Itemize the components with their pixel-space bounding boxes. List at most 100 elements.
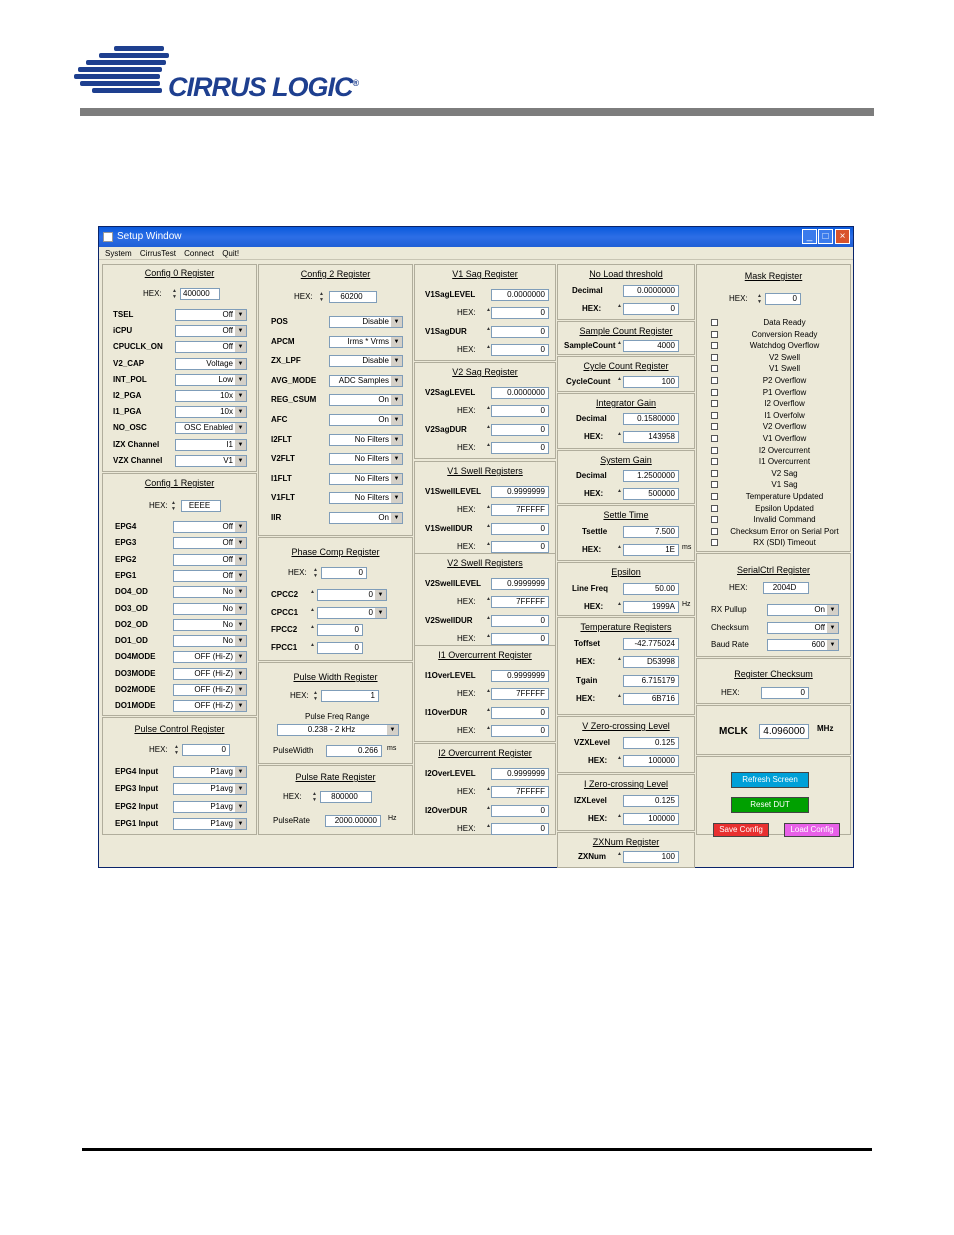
pulse-rate-input[interactable]: 2000.00000 (325, 815, 381, 827)
izc-value-input[interactable]: 0.125 (623, 795, 679, 807)
i2over-level-input[interactable]: 0.9999999 (491, 768, 549, 780)
close-icon[interactable]: × (835, 229, 850, 244)
vzc-value-input[interactable]: 0.125 (623, 737, 679, 749)
config1-field-select[interactable]: Off (173, 521, 247, 533)
spin-icon[interactable]: ▲ (616, 693, 623, 705)
phase-comp-field-input[interactable]: 0 (317, 641, 363, 654)
pulse-freq-range-select[interactable]: 0.238 - 2 kHz (277, 724, 399, 736)
v2sag-level-input[interactable]: 0.0000000 (491, 387, 549, 399)
v2sag-level_hex-input[interactable]: 0 (491, 405, 549, 417)
mask-checkbox[interactable] (711, 469, 718, 477)
config0-field-select[interactable]: 10x (175, 406, 247, 419)
config1-field-select[interactable]: OFF (Hi-Z) (173, 700, 247, 713)
menu-connect[interactable]: Connect (184, 249, 214, 258)
spin-icon[interactable]: ▲ (616, 431, 623, 443)
mask-checkbox[interactable] (711, 342, 718, 350)
v1sag-level_hex-input[interactable]: 0 (491, 307, 549, 319)
system_gain-dec-input[interactable]: 1.2500000 (623, 470, 679, 482)
config1-field-select[interactable]: No (173, 635, 247, 648)
config2-hex-input[interactable]: 60200 (329, 291, 377, 303)
save-config-button[interactable]: Save Config (713, 823, 769, 837)
settle-hex-input[interactable]: 1E (623, 544, 679, 556)
mask-checkbox[interactable] (711, 481, 718, 489)
i2over-dur_hex-input[interactable]: 0 (491, 823, 549, 835)
minimize-icon[interactable]: _ (802, 229, 817, 244)
mask-checkbox[interactable] (711, 388, 718, 396)
cycle_count-value-input[interactable]: 100 (623, 376, 679, 388)
config2-field-select[interactable]: Disable (329, 316, 403, 328)
spin-icon[interactable]: ▲ (309, 607, 316, 619)
config0-field-select[interactable]: Off (175, 341, 247, 354)
pulse-width-hex-input[interactable]: 1 (321, 690, 379, 702)
v2swell-dur-input[interactable]: 0 (491, 615, 549, 627)
spin-icon[interactable]: ▲ (616, 376, 623, 388)
izc-hex-input[interactable]: 100000 (623, 813, 679, 825)
spin-icon[interactable]: ▲ (616, 488, 623, 500)
v1swell-dur_hex-input[interactable]: 0 (491, 541, 549, 553)
settle-value-input[interactable]: 7.500 (623, 526, 679, 538)
sample_count-value-input[interactable]: 4000 (623, 340, 679, 352)
i2over-level_hex-input[interactable]: 7FFFFF (491, 786, 549, 798)
config2-field-select[interactable]: No Filters (329, 433, 403, 446)
v1sag-dur-input[interactable]: 0 (491, 326, 549, 338)
noload-hex-input[interactable]: 0 (623, 303, 679, 315)
mask-checkbox[interactable] (711, 377, 718, 384)
menu-system[interactable]: System (105, 249, 132, 258)
serialctrl-field-select[interactable]: On (767, 604, 839, 616)
config0-field-select[interactable]: Off (175, 325, 247, 338)
mask-checkbox[interactable] (711, 330, 718, 338)
v1sag-level-input[interactable]: 0.0000000 (491, 289, 549, 301)
config1-field-select[interactable]: OFF (Hi-Z) (173, 684, 247, 696)
spin-icon[interactable]: ▲ (309, 642, 316, 654)
zxnum-value-input[interactable]: 100 (623, 851, 679, 863)
spin-icon[interactable]: ▲ (616, 813, 623, 825)
mask-checkbox[interactable] (711, 319, 718, 326)
i1over-level-input[interactable]: 0.9999999 (491, 670, 549, 682)
mask-checkbox[interactable] (711, 423, 718, 431)
v1swell-level-input[interactable]: 0.9999999 (491, 486, 549, 498)
noload-dec-input[interactable]: 0.0000000 (623, 285, 679, 297)
config1-field-select[interactable]: OFF (Hi-Z) (173, 667, 247, 680)
integrator-hex-input[interactable]: 143958 (623, 431, 679, 443)
menu-cirrustest[interactable]: CirrusTest (140, 249, 176, 258)
spin-icon[interactable]: ▲ (616, 601, 623, 613)
temperature-tgain-input[interactable]: 6.715179 (623, 675, 679, 687)
epsilon-hex-input[interactable]: 1999A (623, 601, 679, 613)
serialctrl-field-select[interactable]: Off (767, 621, 839, 634)
v2sag-dur_hex-input[interactable]: 0 (491, 442, 549, 454)
spin-icon[interactable]: ▲ ▼ (312, 690, 319, 702)
config0-field-select[interactable]: I1 (175, 438, 247, 451)
config1-field-select[interactable]: No (173, 586, 247, 599)
v2swell-dur_hex-input[interactable]: 0 (491, 633, 549, 645)
phase-comp-field-input[interactable]: 0 (317, 624, 363, 636)
config1-field-select[interactable]: Off (173, 569, 247, 582)
config0-hex-input[interactable]: 400000 (180, 288, 220, 300)
v1swell-level_hex-input[interactable]: 7FFFFF (491, 504, 549, 516)
epsilon-value-input[interactable]: 50.00 (623, 583, 679, 595)
temperature-tgain_hex-input[interactable]: 6B716 (623, 693, 679, 705)
serialctrl-hex-input[interactable]: 2004D (763, 582, 809, 594)
mask-checkbox[interactable] (711, 504, 718, 512)
i1over-dur_hex-input[interactable]: 0 (491, 725, 549, 737)
integrator-dec-input[interactable]: 0.1580000 (623, 413, 679, 425)
reset-dut-button[interactable]: Reset DUT (731, 797, 809, 813)
maximize-icon[interactable]: □ (818, 229, 833, 244)
mask-checkbox[interactable] (711, 411, 718, 419)
v1sag-dur_hex-input[interactable]: 0 (491, 344, 549, 356)
spin-icon[interactable]: ▲ ▼ (173, 744, 180, 756)
mclk-input[interactable]: 4.096000 (759, 724, 809, 739)
config2-field-select[interactable]: On (329, 512, 403, 524)
spin-icon[interactable]: ▲ (616, 851, 623, 863)
i1over-level_hex-input[interactable]: 7FFFFF (491, 688, 549, 700)
config0-field-select[interactable]: 10x (175, 390, 247, 402)
spin-icon[interactable]: ▲ (616, 544, 623, 556)
spin-icon[interactable]: ▲ (616, 340, 623, 352)
refresh-screen-button[interactable]: Refresh Screen (731, 772, 809, 788)
spin-icon[interactable]: ▲ ▼ (311, 791, 318, 803)
spin-icon[interactable]: ▲ (616, 755, 623, 767)
temperature-toffset-input[interactable]: -42.775024 (623, 638, 679, 650)
mask-checkbox[interactable] (711, 446, 718, 454)
pulse-control-field-select[interactable]: P1avg (173, 800, 247, 813)
v2sag-dur-input[interactable]: 0 (491, 424, 549, 436)
mask-checkbox[interactable] (711, 435, 718, 442)
